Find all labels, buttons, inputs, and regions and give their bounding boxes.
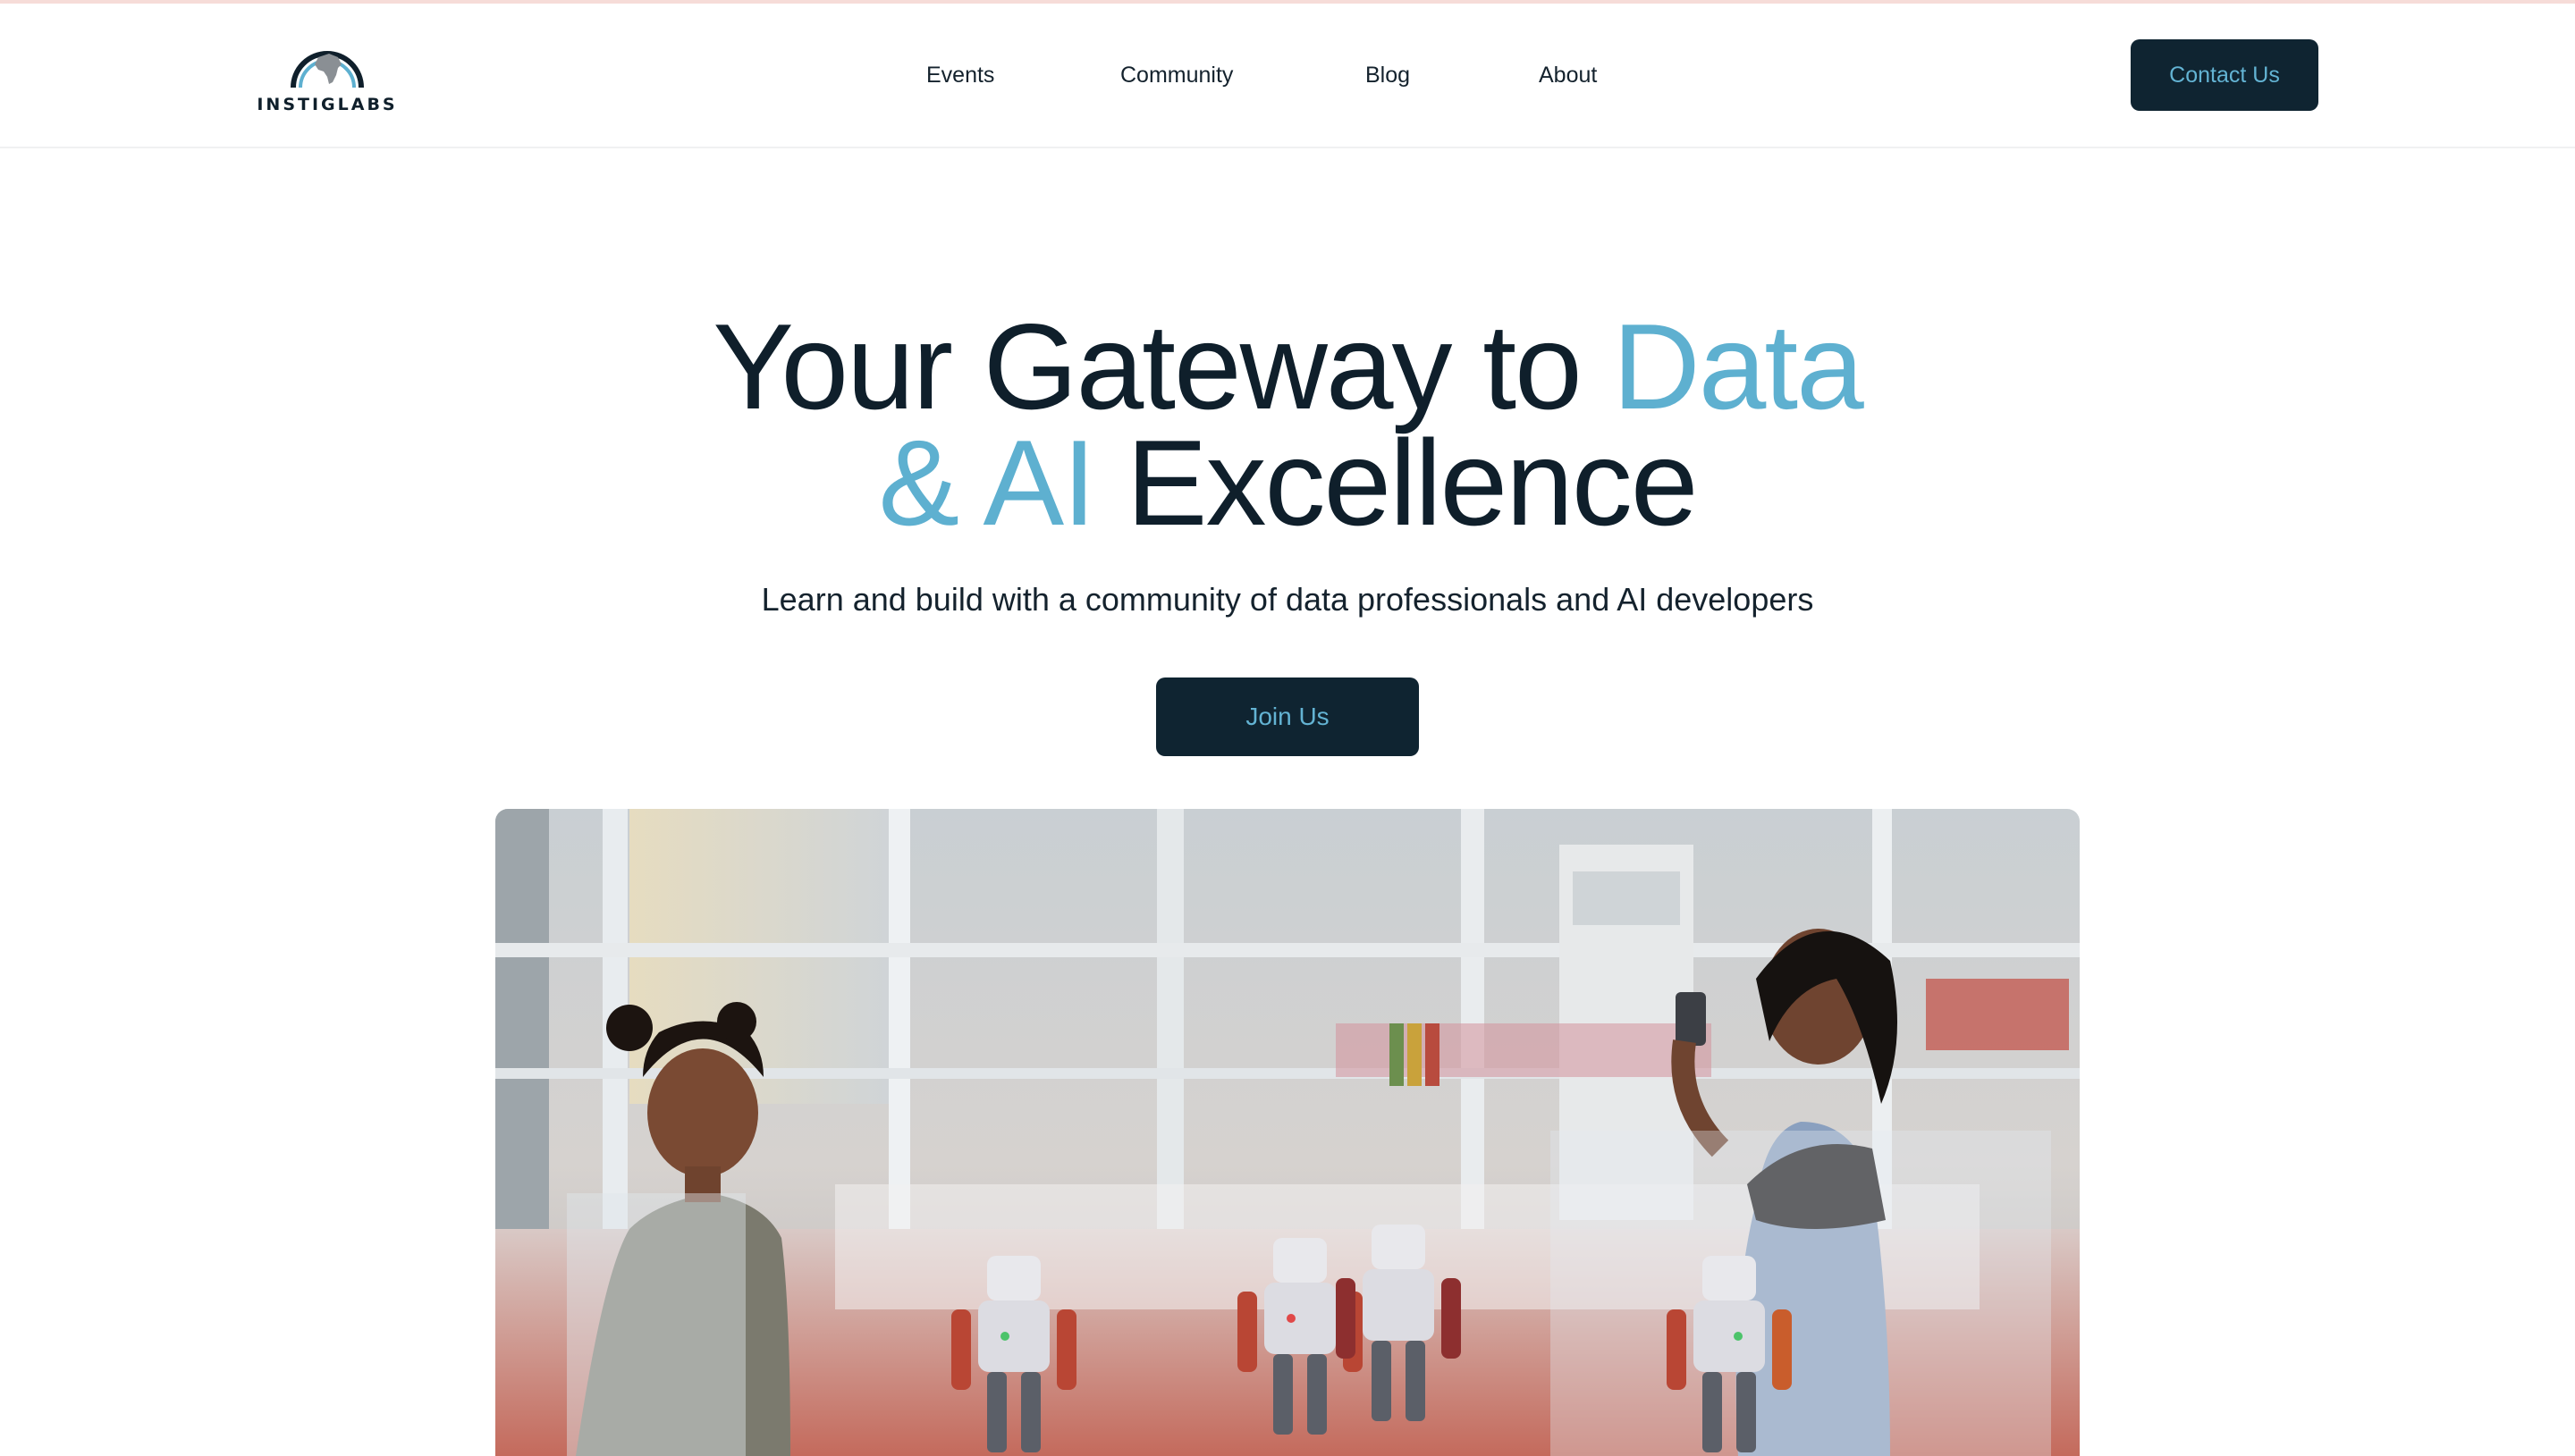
nav-link-blog[interactable]: Blog (1365, 63, 1410, 88)
hero-image-illustration (495, 809, 2080, 1456)
hero-image (495, 809, 2080, 1456)
hero-title: Your Gateway to Data & AI Excellence (0, 306, 2575, 543)
hero-title-accent-ai: & AI (878, 415, 1096, 551)
join-us-button[interactable]: Join Us (1156, 678, 1419, 756)
nav-link-about[interactable]: About (1539, 63, 1597, 88)
nav-link-events[interactable]: Events (926, 63, 994, 88)
contact-us-button[interactable]: Contact Us (2131, 39, 2318, 111)
navbar: INSTIGLABS Events Community Blog About C… (0, 4, 2575, 148)
hero-title-part2: Excellence (1094, 415, 1699, 551)
nav-link-community[interactable]: Community (1120, 63, 1233, 88)
hero-subtitle: Learn and build with a community of data… (761, 581, 1814, 618)
